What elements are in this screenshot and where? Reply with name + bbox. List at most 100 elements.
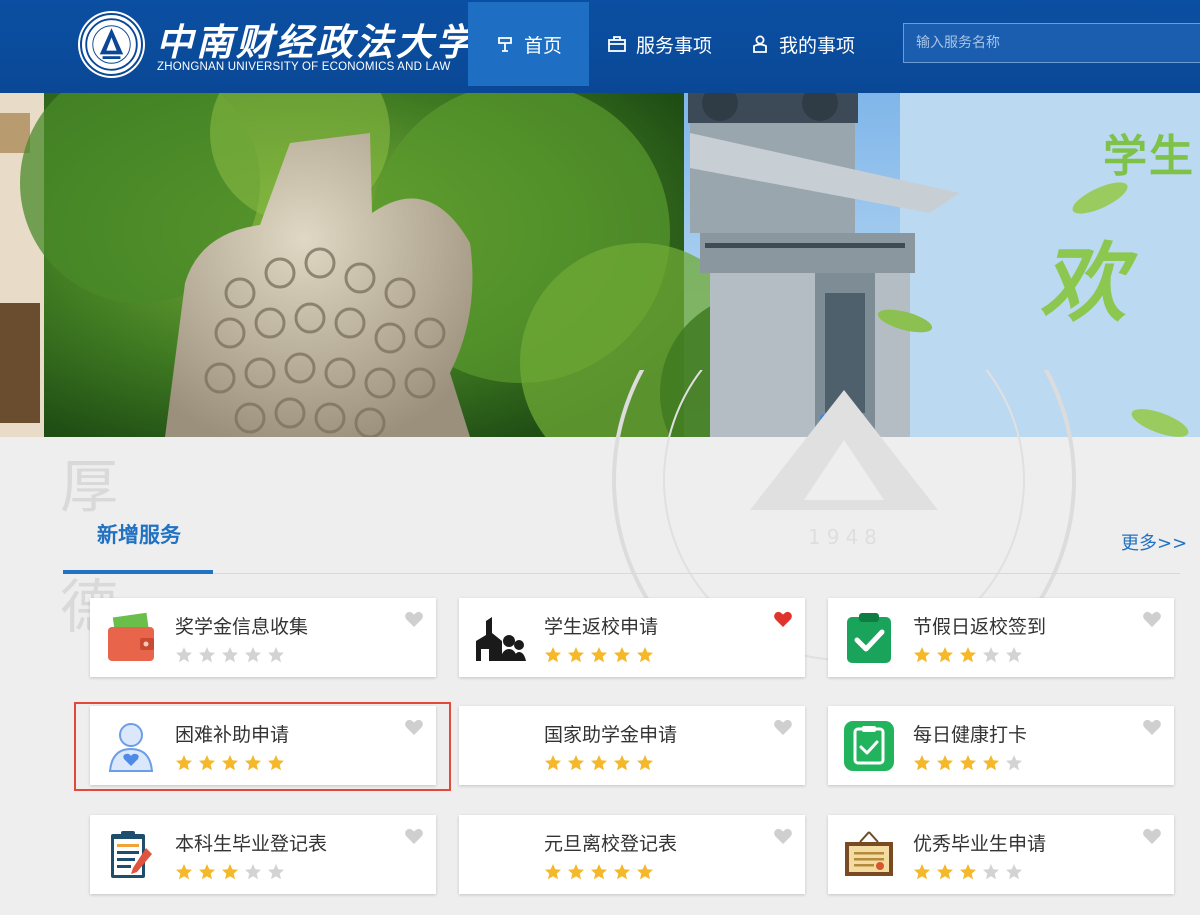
star-icon [175,863,193,881]
star-icon [636,863,654,881]
star-icon [544,754,562,772]
star-icon [1005,863,1023,881]
star-icon [198,863,216,881]
nav-my-items[interactable]: 我的事项 [750,2,855,86]
star-icon [590,863,608,881]
star-icon [221,754,239,772]
wallet-icon [104,611,158,665]
school-return-icon [473,611,527,665]
certificate-icon [842,828,896,882]
star-icon [913,754,931,772]
favorite-heart-icon[interactable] [1142,718,1162,736]
star-icon [221,646,239,664]
more-link[interactable]: 更多>> [1121,529,1187,555]
rating-stars [175,646,285,664]
service-card-title: 元旦离校登记表 [544,829,677,856]
service-card[interactable]: 元旦离校登记表 [459,815,805,894]
service-card-title: 奖学金信息收集 [175,612,308,639]
rating-stars [913,646,1023,664]
star-icon [267,863,285,881]
star-icon [221,863,239,881]
section-divider [63,573,1180,574]
rating-stars [544,754,654,772]
star-icon [567,754,585,772]
star-icon [567,646,585,664]
clipboard-check-icon [842,611,896,665]
star-icon [267,646,285,664]
service-card-title: 学生返校申请 [544,612,658,639]
star-icon [590,754,608,772]
star-icon [544,863,562,881]
favorite-heart-icon[interactable] [404,610,424,628]
star-icon [267,754,285,772]
service-card[interactable]: 本科生毕业登记表 [90,815,436,894]
star-icon [982,646,1000,664]
service-card[interactable]: 学生返校申请 [459,598,805,677]
favorite-heart-icon[interactable] [773,718,793,736]
star-icon [244,863,262,881]
favorite-heart-icon[interactable] [404,718,424,736]
favorite-heart-icon[interactable] [773,827,793,845]
star-icon [913,863,931,881]
star-icon [636,646,654,664]
favorite-heart-icon[interactable] [1142,610,1162,628]
service-card-title: 国家助学金申请 [544,720,677,747]
star-icon [982,754,1000,772]
briefcase-icon [607,34,627,54]
service-card-title: 优秀毕业生申请 [913,829,1046,856]
rating-stars [913,863,1023,881]
star-icon [590,646,608,664]
star-icon [244,754,262,772]
service-card-title: 本科生毕业登记表 [175,829,327,856]
star-icon [936,754,954,772]
favorite-heart-icon[interactable] [1142,827,1162,845]
service-card[interactable]: 优秀毕业生申请 [828,815,1174,894]
health-check-icon [842,719,896,773]
star-icon [982,863,1000,881]
service-search-input[interactable] [903,23,1200,63]
nav-my-items-label: 我的事项 [779,31,855,58]
registration-form-icon [104,828,158,882]
star-icon [175,646,193,664]
service-card-title: 困难补助申请 [175,720,289,747]
home-icon [495,34,515,54]
service-card[interactable]: 每日健康打卡 [828,706,1174,785]
nav-home[interactable]: 首页 [468,2,589,86]
nav-services-label: 服务事项 [636,31,712,58]
star-icon [959,754,977,772]
service-card[interactable]: 节假日返校签到 [828,598,1174,677]
service-card[interactable]: 国家助学金申请 [459,706,805,785]
star-icon [936,646,954,664]
banner-welcome: 欢 [1040,213,1126,338]
rating-stars [544,646,654,664]
section-title: 新增服务 [97,519,181,549]
star-icon [613,646,631,664]
university-seal-logo[interactable] [80,13,143,76]
watermark-char-1: 厚 [60,440,118,524]
banner-title: 学生 [1103,120,1195,184]
user-heart-icon [104,719,158,773]
star-icon [1005,646,1023,664]
star-icon [198,754,216,772]
star-icon [613,754,631,772]
service-card[interactable]: 困难补助申请 [90,706,436,785]
service-card-title: 节假日返校签到 [913,612,1046,639]
section-title-underline [63,570,213,574]
rating-stars [913,754,1023,772]
university-name-cn: 中南财经政法大学 [156,12,476,66]
star-icon [613,863,631,881]
star-icon [175,754,193,772]
rating-stars [175,863,285,881]
user-icon [750,34,770,54]
nav-services[interactable]: 服务事项 [607,2,712,86]
service-card[interactable]: 奖学金信息收集 [90,598,436,677]
favorite-heart-icon[interactable] [404,827,424,845]
star-icon [198,646,216,664]
service-card-title: 每日健康打卡 [913,720,1027,747]
university-name-en: ZHONGNAN UNIVERSITY OF ECONOMICS AND LAW [157,61,451,73]
star-icon [636,754,654,772]
star-icon [244,646,262,664]
rating-stars [175,754,285,772]
watermark-year: 1948 [808,525,883,549]
favorite-heart-icon[interactable] [773,610,793,628]
